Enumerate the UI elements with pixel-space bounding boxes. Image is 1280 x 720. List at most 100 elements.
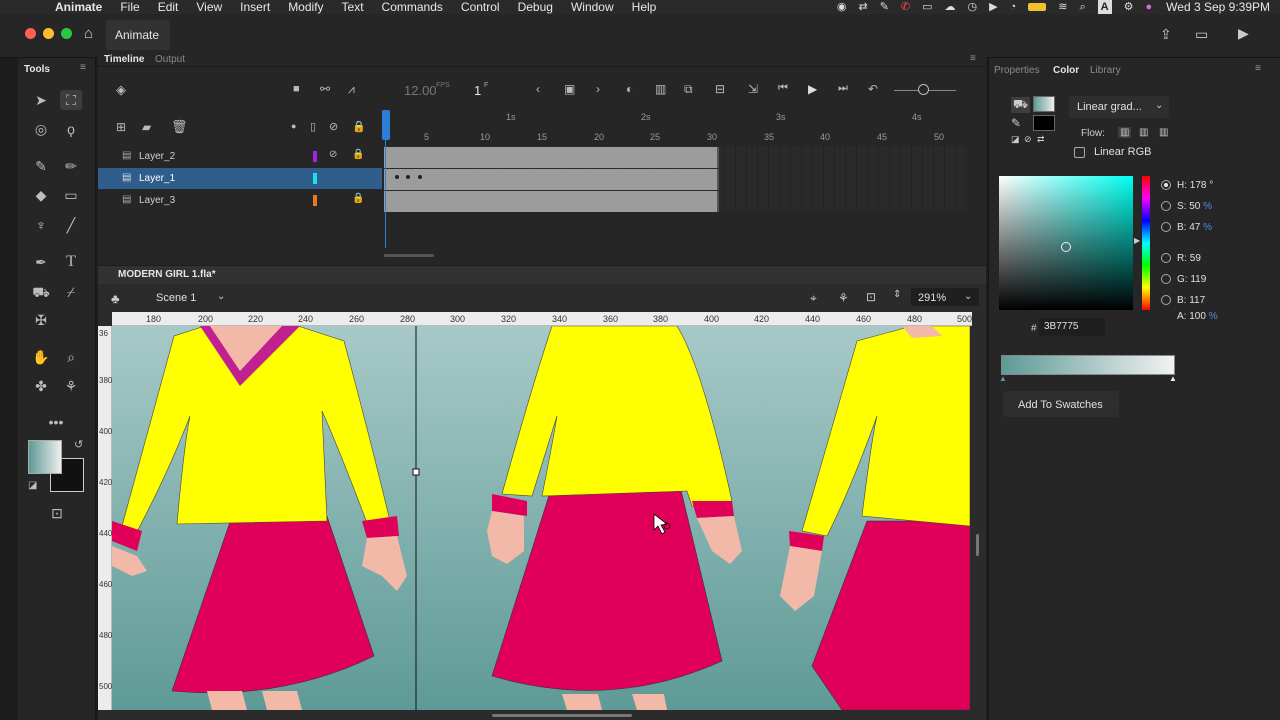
hide-layers-icon[interactable]: ⊘ (329, 120, 338, 133)
record-icon[interactable]: ◉ (837, 0, 847, 14)
menu-view[interactable]: View (187, 0, 231, 14)
lasso-tool-icon[interactable]: ϙ (60, 119, 82, 139)
lock-layers-icon[interactable]: 🔒 (352, 120, 366, 133)
saturation-value[interactable]: 50 (1189, 201, 1200, 212)
pencil-tool-icon[interactable]: ✏ (60, 156, 82, 176)
green-value[interactable]: 119 (1190, 274, 1206, 285)
spotlight-search-icon[interactable]: ⌕ (1080, 0, 1086, 14)
timeline-scrollbar[interactable] (384, 254, 434, 257)
play-icon[interactable]: ▶ (808, 82, 817, 96)
panel-options-icon[interactable]: ≡ (1255, 63, 1261, 74)
share-icon[interactable]: ⇪ (1160, 26, 1172, 43)
stage-canvas[interactable] (112, 326, 970, 710)
hue-row[interactable]: H: 178 ° (1161, 180, 1213, 191)
hex-value[interactable]: 3B7775 (1044, 321, 1078, 332)
alpha-row[interactable]: A: 100 % (1177, 311, 1218, 322)
menu-edit[interactable]: Edit (149, 0, 188, 14)
new-folder-icon[interactable]: ▰ (142, 120, 151, 134)
highlight-layer-icon[interactable]: ● (291, 121, 296, 131)
layer-2-frames[interactable] (384, 147, 719, 168)
menu-text[interactable]: Text (333, 0, 373, 14)
sync-icon[interactable]: ⇄ (858, 0, 867, 14)
step-back-icon[interactable]: ⏮ (778, 82, 788, 95)
scene-name[interactable]: Scene 1 (156, 292, 196, 304)
layer-name[interactable]: Layer_2 (139, 151, 175, 162)
red-row[interactable]: R: 59 (1161, 253, 1201, 264)
blue-row[interactable]: B: 117 (1161, 295, 1205, 306)
layer-name[interactable]: Layer_3 (139, 195, 175, 206)
next-keyframe-icon[interactable]: › (596, 82, 600, 96)
timeline-zoom-handle[interactable] (918, 84, 929, 95)
zoom-stepper-icon[interactable]: ⇕ (893, 289, 901, 300)
keyframe-dot[interactable] (395, 175, 399, 179)
layer-row-layer-1[interactable]: ▤ Layer_1 (98, 168, 382, 189)
flow-repeat-icon[interactable]: ▥ (1159, 127, 1168, 138)
battery-icon[interactable] (1028, 3, 1047, 11)
menu-help[interactable]: Help (623, 0, 666, 14)
pen-icon[interactable]: ✎ (880, 0, 889, 14)
menu-window[interactable]: Window (562, 0, 623, 14)
timer-icon[interactable]: ◔ (1010, 0, 1017, 14)
tab-library[interactable]: Library (1090, 65, 1121, 76)
eraser-tool-icon[interactable]: ◆ (30, 185, 52, 205)
hue-value[interactable]: 178 (1190, 180, 1207, 191)
tab-properties[interactable]: Properties (994, 65, 1040, 76)
blue-value[interactable]: 117 (1189, 295, 1205, 306)
zoom-dropdown-icon[interactable]: ⌄ (964, 291, 972, 302)
test-movie-icon[interactable]: ▶ (1238, 25, 1249, 42)
insert-keyframe-icon[interactable]: ▣ (564, 82, 575, 96)
linear-rgb-checkbox[interactable] (1074, 147, 1085, 158)
brightness-row[interactable]: B: 47 % (1161, 222, 1212, 233)
menu-modify[interactable]: Modify (279, 0, 332, 14)
home-icon[interactable]: ⌂ (84, 25, 93, 42)
layer-color-marker[interactable] (313, 173, 317, 184)
default-colors-icon[interactable]: ◪ (28, 480, 37, 491)
fill-type-value[interactable]: Linear grad... (1077, 101, 1142, 113)
tab-timeline[interactable]: Timeline (104, 54, 144, 65)
hue-slider-handle[interactable]: ▶ (1134, 236, 1140, 245)
menu-debug[interactable]: Debug (509, 0, 562, 14)
loop-icon[interactable]: ⇲ (748, 82, 758, 96)
layer-color-marker[interactable] (313, 195, 317, 206)
zoom-value[interactable]: 291% (918, 292, 946, 304)
tab-color[interactable]: Color (1053, 65, 1079, 76)
camera-icon[interactable]: ■ (293, 83, 300, 95)
fps-value[interactable]: 12.00 (404, 83, 437, 98)
flow-extend-icon[interactable]: ▥ (1118, 127, 1132, 138)
fill-bucket-icon[interactable]: ⛟ (1011, 97, 1031, 113)
history-icon[interactable]: ◷ (968, 0, 978, 14)
graph-icon[interactable]: ⩘ (348, 82, 355, 97)
fill-preview-swatch[interactable] (1033, 96, 1055, 112)
zoom-window-button[interactable] (61, 28, 72, 39)
menu-insert[interactable]: Insert (231, 0, 279, 14)
rotate-stage-icon[interactable]: ⚘ (838, 291, 849, 305)
minimize-window-button[interactable] (43, 28, 54, 39)
3d-rotation-tool-icon[interactable]: ◎ (30, 119, 52, 139)
rectangle-tool-icon[interactable]: ▭ (60, 185, 82, 205)
layer-3-frames[interactable] (384, 191, 719, 212)
layer-lock-icon[interactable]: 🔒 (352, 149, 364, 160)
gradient-bar[interactable] (1001, 355, 1175, 375)
stroke-pencil-icon[interactable]: ✎ (1011, 116, 1021, 130)
layers-stack-icon[interactable]: ◈ (116, 82, 126, 98)
pen-tool-icon[interactable]: ✒ (30, 252, 52, 272)
document-tab[interactable]: MODERN GIRL 1.fla* (118, 269, 216, 280)
layer-color-marker[interactable] (313, 151, 317, 162)
wifi-icon[interactable]: ≋ (1058, 0, 1067, 14)
stroke-preview-swatch[interactable] (1033, 115, 1055, 131)
edit-multiple-frames-icon[interactable]: ▥ (655, 82, 666, 96)
tab-output[interactable]: Output (155, 54, 185, 65)
gradient-stop-right[interactable]: ▲ (1169, 374, 1177, 383)
saturation-row[interactable]: S: 50 % (1161, 201, 1212, 212)
black-white-icon[interactable]: ◪ (1011, 134, 1020, 145)
play-circle-icon[interactable]: ▶ (989, 0, 997, 14)
fill-type-dropdown-icon[interactable]: ⌄ (1155, 100, 1163, 111)
bone-tool-icon[interactable]: ✤ (30, 376, 52, 396)
control-center-icon[interactable]: ⚙ (1124, 0, 1134, 14)
timeline-menu-icon[interactable]: ≡ (970, 53, 976, 64)
picker-marker[interactable] (1061, 242, 1071, 252)
menu-file[interactable]: File (111, 0, 148, 14)
frame-ruler[interactable]: 1s 2s 3s 4s 5 10 15 20 25 30 35 40 45 50 (382, 108, 982, 144)
step-forward-icon[interactable]: ⏭ (838, 82, 848, 95)
menu-control[interactable]: Control (452, 0, 509, 14)
